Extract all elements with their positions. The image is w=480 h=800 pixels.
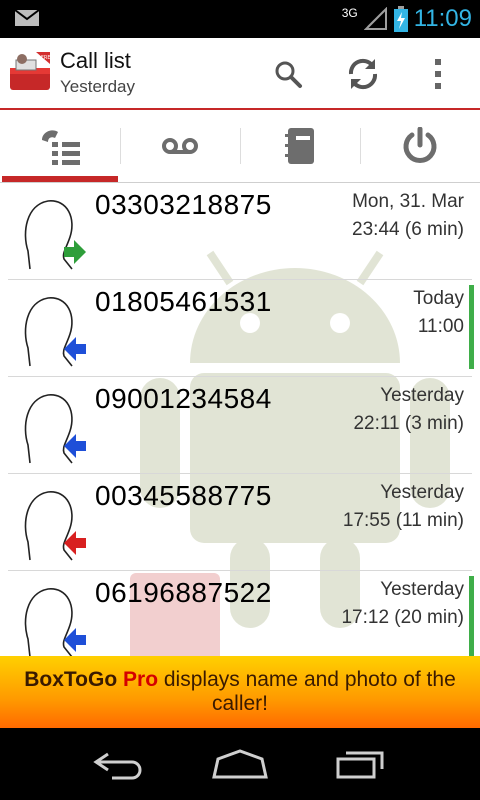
call-date: Today: [413, 288, 464, 309]
network-type: 3G: [341, 6, 358, 20]
voicemail-icon: [162, 138, 198, 154]
selected-tab-indicator: [2, 176, 118, 182]
phone-number: 09001234584: [95, 383, 272, 414]
call-time: 23:44 (6 min): [352, 219, 464, 240]
contact-avatar-icon: [24, 394, 86, 464]
clock: 11:09: [413, 5, 472, 32]
screen-subtitle: Yesterday: [60, 77, 135, 96]
contacts-book-icon: [285, 128, 314, 164]
call-list-icon: [42, 130, 80, 165]
call-list-screen: FREE Call list Yesterday: [0, 38, 480, 728]
call-status-bar: [469, 285, 474, 369]
call-row[interactable]: 00345588775 Yesterday 17:55 (11 min): [0, 474, 480, 571]
phone-number: 01805461531: [95, 286, 272, 317]
status-bar: 3G 11:09: [0, 0, 480, 38]
home-icon: [212, 749, 268, 779]
call-row[interactable]: 06196887522 Yesterday 17:12 (20 min): [0, 571, 480, 658]
banner-pro: Pro: [123, 668, 159, 691]
tab-contacts[interactable]: [240, 110, 360, 182]
back-icon: [93, 752, 142, 780]
refresh-icon: [348, 58, 378, 90]
call-date: Yesterday: [380, 482, 464, 503]
screen-title: Call list: [60, 48, 131, 73]
phone-number: 03303218875: [95, 189, 272, 220]
back-button[interactable]: [85, 744, 155, 784]
navigation-bar: [0, 728, 480, 800]
overflow-menu-icon: [435, 59, 441, 89]
recent-apps-icon: [336, 751, 384, 779]
status-indicators: 3G 11:09: [342, 0, 472, 38]
contact-avatar-icon: [24, 297, 86, 367]
banner-text: displays name and photo of the: [163, 668, 456, 691]
call-row[interactable]: 01805461531 Today 11:00: [0, 280, 480, 377]
call-time: 17:55 (11 min): [342, 510, 464, 531]
power-icon: [403, 127, 437, 163]
search-icon: [275, 61, 302, 88]
call-status-bar: [469, 576, 474, 658]
refresh-button[interactable]: [341, 52, 385, 96]
call-date: Yesterday: [380, 385, 464, 406]
action-bar: FREE Call list Yesterday: [0, 38, 480, 110]
banner-line-1: BoxToGo Pro displays name and photo of t…: [24, 668, 456, 692]
call-date: Mon, 31. Mar: [352, 191, 464, 212]
contact-avatar-icon: [24, 588, 86, 658]
phone-number: 06196887522: [95, 577, 272, 608]
contact-avatar-icon: [24, 491, 86, 561]
svg-text:FREE: FREE: [41, 55, 52, 61]
call-row[interactable]: 03303218875 Mon, 31. Mar 23:44 (6 min): [0, 183, 480, 280]
battery-charging-icon: [393, 6, 408, 32]
app-logo-icon[interactable]: FREE: [8, 50, 52, 94]
recent-apps-button[interactable]: [325, 744, 395, 784]
call-date: Yesterday: [380, 579, 464, 600]
tab-power[interactable]: [360, 110, 480, 182]
tab-voicemail[interactable]: [120, 110, 240, 182]
phone-number: 00345588775: [95, 480, 272, 511]
pro-upgrade-banner[interactable]: BoxToGo Pro displays name and photo of t…: [0, 656, 480, 728]
call-time: 11:00: [417, 316, 464, 337]
banner-line-2: caller!: [211, 692, 269, 715]
tab-bar: [0, 110, 480, 183]
home-button[interactable]: [205, 744, 275, 784]
email-notification-icon: [14, 9, 40, 26]
call-time: 17:12 (20 min): [341, 607, 464, 628]
signal-icon: [363, 7, 387, 30]
contact-avatar-icon: [24, 200, 86, 270]
banner-brand: BoxToGo: [24, 668, 118, 691]
call-list: 03303218875 Mon, 31. Mar 23:44 (6 min) 0180…: [0, 183, 480, 658]
tab-call-list[interactable]: [0, 110, 120, 182]
overflow-menu-button[interactable]: [416, 52, 460, 96]
call-time: 22:11 (3 min): [353, 413, 464, 434]
search-button[interactable]: [266, 52, 310, 96]
call-row[interactable]: 09001234584 Yesterday 22:11 (3 min): [0, 377, 480, 474]
